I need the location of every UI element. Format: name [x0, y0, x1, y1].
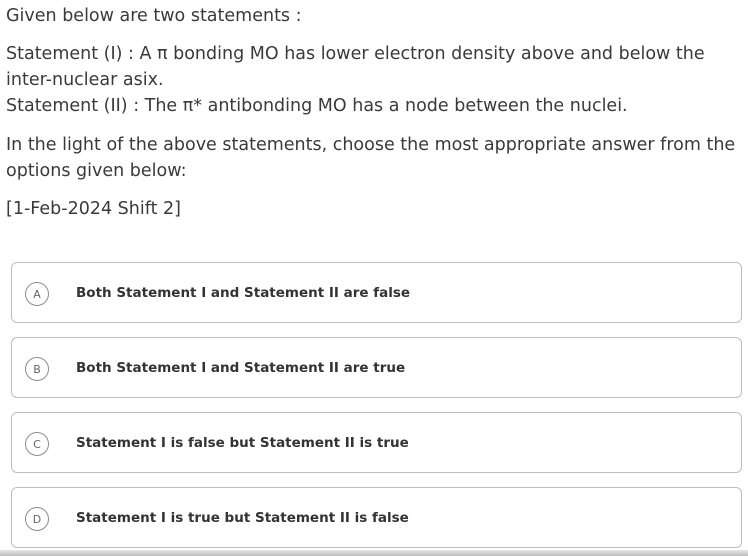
option-b-text: Both Statement I and Statement II are tr… [76, 360, 406, 376]
option-b-letter-badge: B [25, 357, 49, 381]
option-d[interactable]: D Statement I is true but Statement II i… [11, 487, 742, 548]
option-c-text: Statement I is false but Statement II is… [76, 435, 409, 451]
statement-2: Statement (II) : The π* antibonding MO h… [6, 96, 628, 116]
option-c[interactable]: C Statement I is false but Statement II … [11, 412, 742, 473]
option-a-text: Both Statement I and Statement II are fa… [76, 285, 411, 301]
statement-1: Statement (I) : A π bonding MO has lower… [6, 44, 705, 90]
option-c-letter-badge: C [25, 432, 49, 456]
exam-date-tag: [1-Feb-2024 Shift 2] [6, 199, 181, 219]
option-b[interactable]: B Both Statement I and Statement II are … [11, 337, 742, 398]
option-d-text: Statement I is true but Statement II is … [76, 510, 409, 526]
option-a-letter-badge: A [25, 282, 49, 306]
question-intro: Given below are two statements : [6, 6, 302, 26]
question-block: Given below are two statements : Stateme… [6, 3, 742, 222]
bottom-divider [0, 550, 748, 556]
option-a[interactable]: A Both Statement I and Statement II are … [11, 262, 742, 323]
question-instruction: In the light of the above statements, ch… [6, 135, 736, 181]
option-d-letter-badge: D [25, 507, 49, 531]
